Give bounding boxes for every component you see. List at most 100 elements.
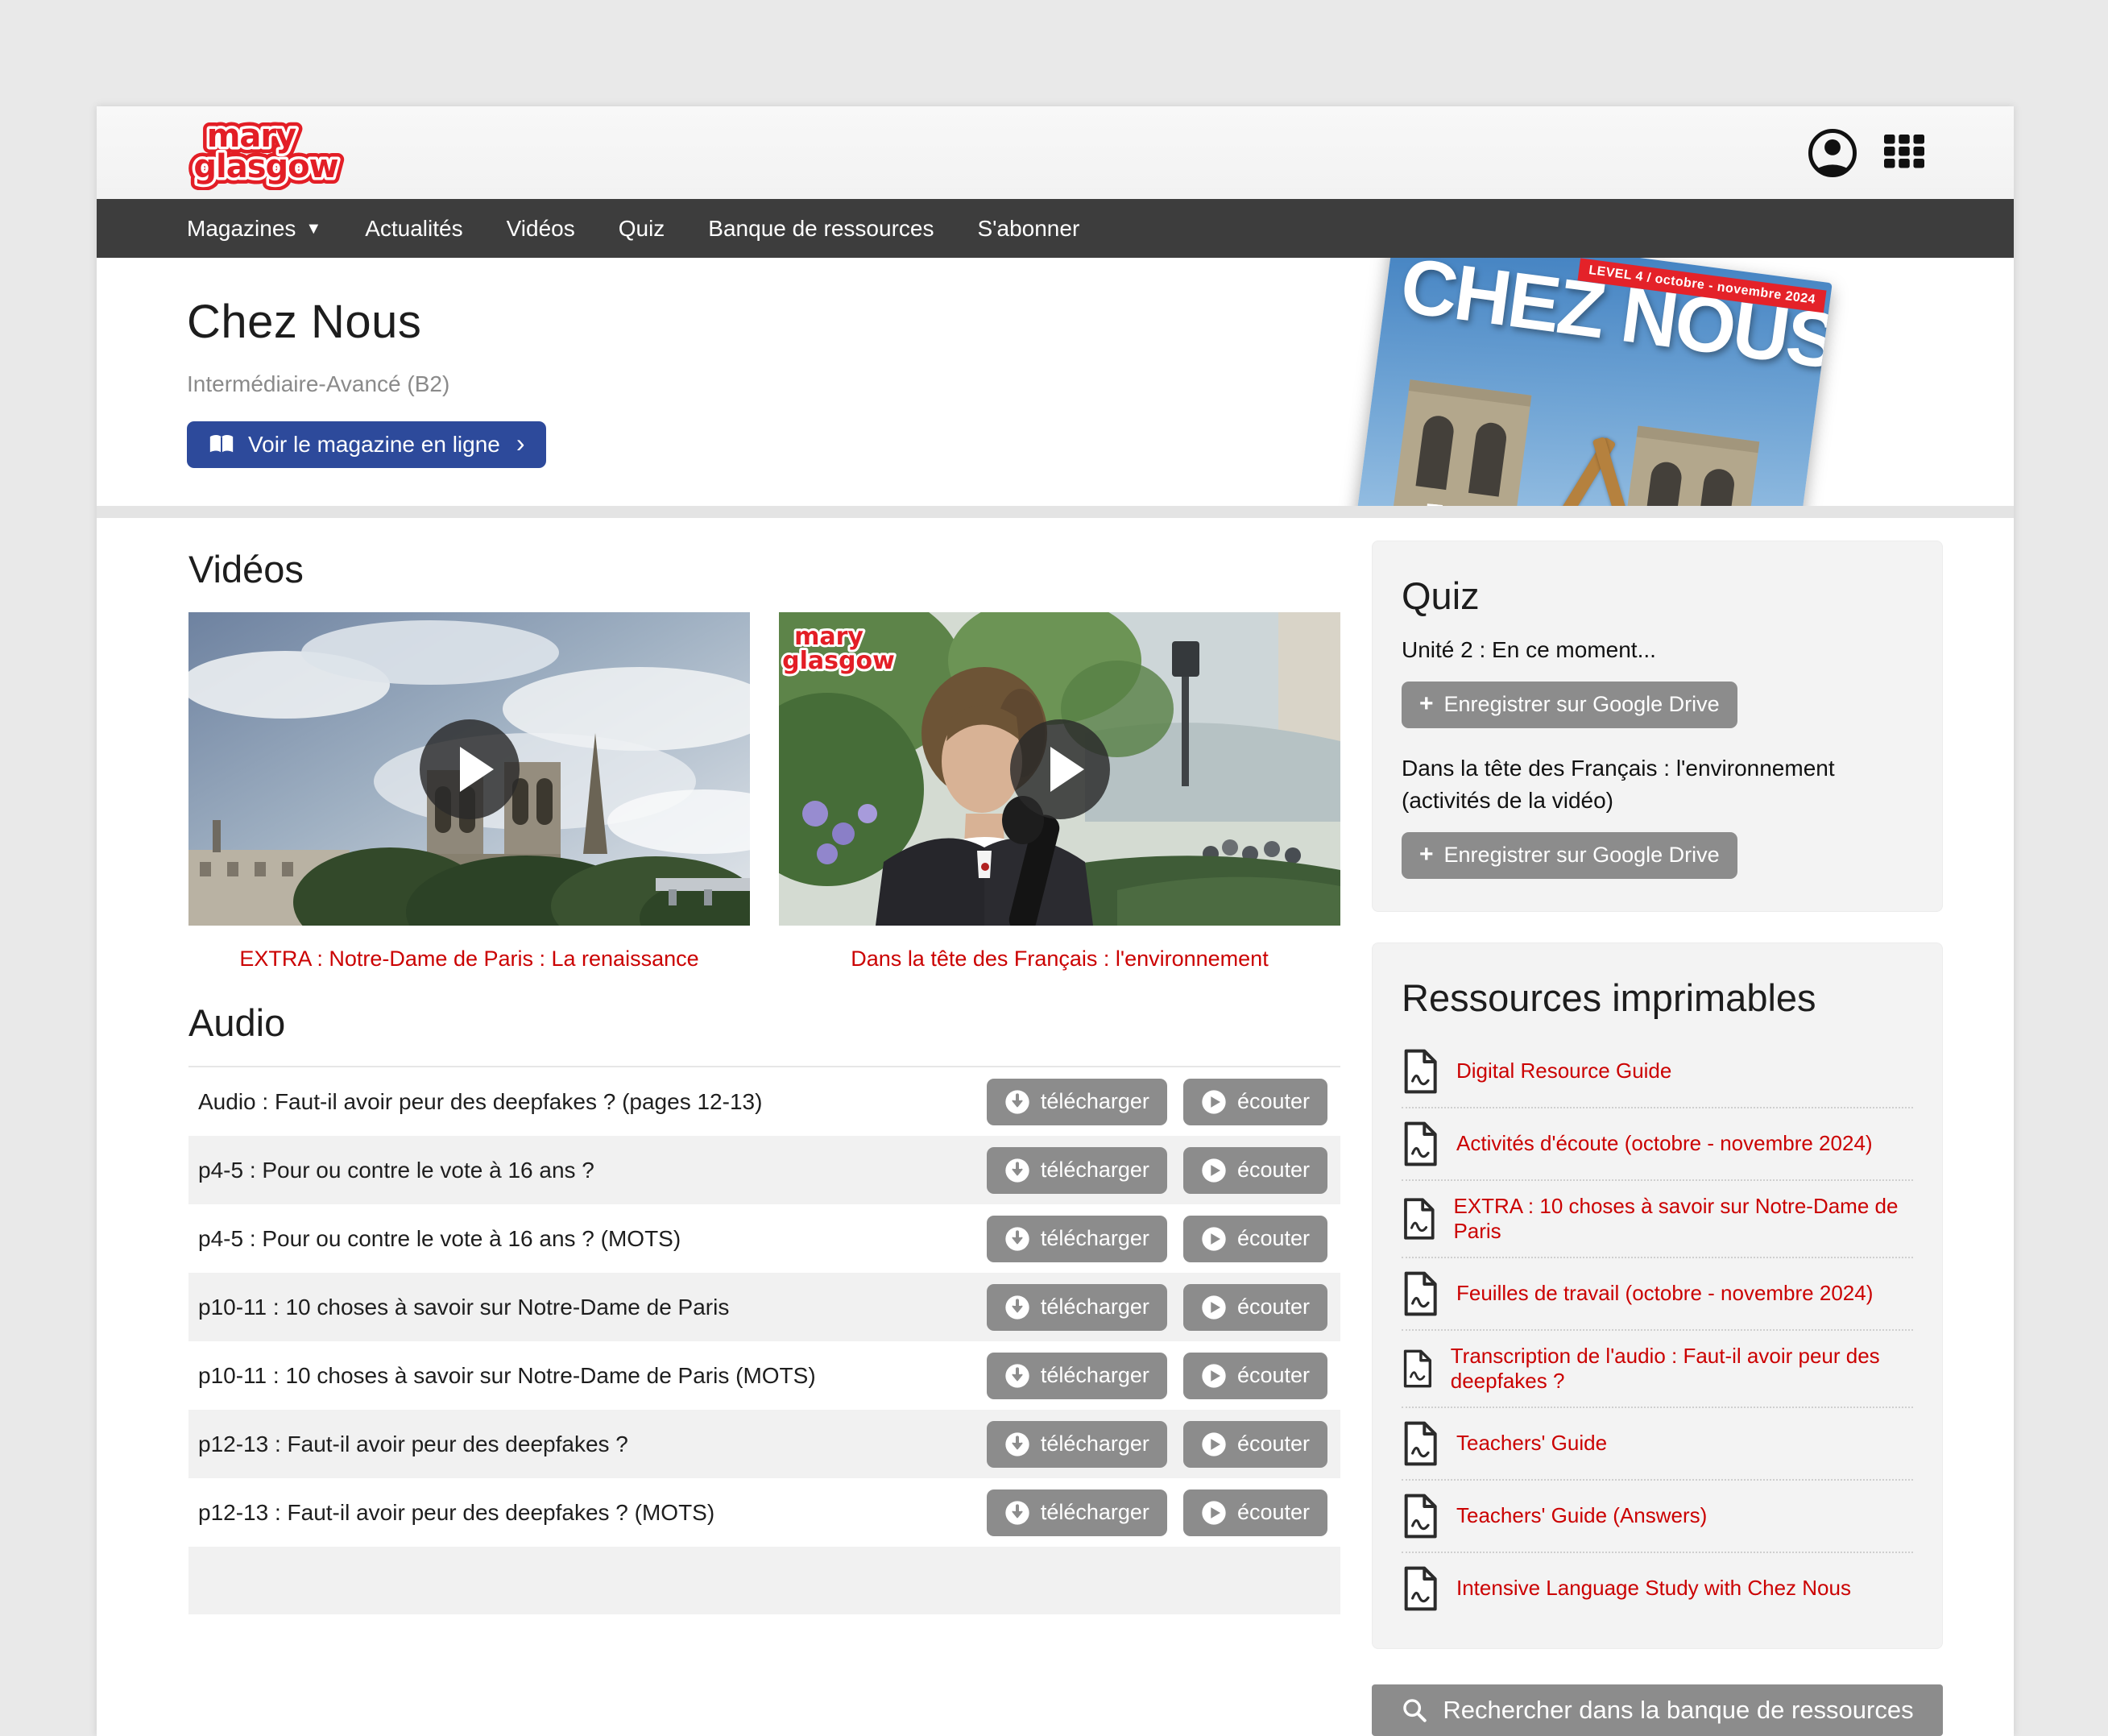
search-icon	[1401, 1697, 1428, 1724]
download-circle-icon	[1004, 1500, 1030, 1526]
quiz-items: Unité 2 : En ce moment... + Enregistrer …	[1402, 634, 1913, 887]
audio-row: p4-5 : Pour ou contre le vote à 16 ans ?…	[188, 1136, 1340, 1204]
audio-row-buttons: télécharger écouter	[987, 1284, 1327, 1331]
resource-item: Feuilles de travail (octobre - novembre …	[1402, 1258, 1913, 1331]
nav-item-label: S'abonner	[977, 216, 1079, 242]
resource-link[interactable]: Digital Resource Guide	[1456, 1059, 1671, 1083]
play-button[interactable]	[1010, 719, 1110, 819]
audio-row-buttons: télécharger écouter	[987, 1353, 1327, 1399]
magazine-cover[interactable]: CHEZ NOUS LEVEL 4 / octobre - novembre 2…	[1352, 258, 1833, 506]
resource-link[interactable]: Intensive Language Study with Chez Nous	[1456, 1576, 1851, 1601]
search-button-label: Rechercher dans la banque de ressources	[1443, 1696, 1913, 1725]
open-book-icon	[208, 433, 235, 457]
mary-glasgow-logo[interactable]: mary glasgow mary glasgow mary glasgow	[185, 116, 346, 190]
account-icon[interactable]	[1806, 126, 1859, 180]
sidebar: Quiz Unité 2 : En ce moment... + Enregis…	[1372, 518, 1943, 1736]
download-button[interactable]: télécharger	[987, 1284, 1167, 1331]
download-button[interactable]: télécharger	[987, 1421, 1167, 1468]
resource-link[interactable]: EXTRA : 10 choses à savoir sur Notre-Dam…	[1453, 1194, 1913, 1244]
videos-row: EXTRA : Notre-Dame de Paris : La renaiss…	[188, 612, 1340, 972]
quiz-panel: Quiz Unité 2 : En ce moment... + Enregis…	[1372, 541, 1943, 912]
listen-label: écouter	[1237, 1158, 1310, 1183]
quiz-heading: Quiz	[1402, 574, 1913, 618]
quiz-item-title: Dans la tête des Français : l'environnem…	[1402, 752, 1913, 818]
download-button[interactable]: télécharger	[987, 1147, 1167, 1194]
nav-item[interactable]: Actualités	[365, 216, 462, 242]
video-card-interview: mary glasgow mary glasgow Dans la tête d…	[779, 612, 1340, 972]
audio-row: Audio : Faut-il avoir peur des deepfakes…	[188, 1067, 1340, 1136]
resource-link[interactable]: Transcription de l'audio : Faut-il avoir…	[1451, 1344, 1913, 1394]
download-button[interactable]: télécharger	[987, 1489, 1167, 1536]
download-label: télécharger	[1041, 1500, 1149, 1525]
resource-item: Teachers' Guide	[1402, 1408, 1913, 1481]
nav-item[interactable]: Vidéos	[507, 216, 575, 242]
audio-heading: Audio	[188, 1001, 1340, 1045]
listen-button[interactable]: écouter	[1183, 1421, 1327, 1468]
site-container: mary glasgow mary glasgow mary glasgow	[97, 106, 2014, 1736]
play-circle-icon	[1201, 1226, 1227, 1252]
video-caption-link[interactable]: EXTRA : Notre-Dame de Paris : La renaiss…	[188, 947, 750, 972]
nav-item[interactable]: Quiz	[619, 216, 665, 242]
listen-label: écouter	[1237, 1431, 1310, 1456]
site-header: mary glasgow mary glasgow mary glasgow	[97, 106, 2014, 199]
nav-item[interactable]: Magazines ▼	[187, 216, 321, 242]
audio-list: Audio : Faut-il avoir peur des deepfakes…	[188, 1066, 1340, 1547]
audio-row: p12-13 : Faut-il avoir peur des deepfake…	[188, 1478, 1340, 1547]
resource-link[interactable]: Teachers' Guide (Answers)	[1456, 1503, 1707, 1528]
download-circle-icon	[1004, 1158, 1030, 1183]
save-google-drive-button[interactable]: + Enregistrer sur Google Drive	[1402, 682, 1737, 728]
resources-list: Digital Resource Guide Activités d'écout…	[1402, 1036, 1913, 1624]
search-resource-bank-button[interactable]: Rechercher dans la banque de ressources	[1372, 1684, 1943, 1736]
listen-label: écouter	[1237, 1226, 1310, 1251]
download-button[interactable]: télécharger	[987, 1353, 1167, 1399]
listen-button[interactable]: écouter	[1183, 1353, 1327, 1399]
view-magazine-label: Voir le magazine en ligne	[248, 432, 500, 458]
play-circle-icon	[1201, 1089, 1227, 1115]
download-label: télécharger	[1041, 1158, 1149, 1183]
cover-tower-left	[1386, 379, 1531, 506]
listen-label: écouter	[1237, 1089, 1310, 1114]
listen-label: écouter	[1237, 1295, 1310, 1320]
nav-item[interactable]: S'abonner	[977, 216, 1079, 242]
audio-title: p10-11 : 10 choses à savoir sur Notre-Da…	[198, 1295, 729, 1320]
resource-item: EXTRA : 10 choses à savoir sur Notre-Dam…	[1402, 1181, 1913, 1258]
save-google-drive-label: Enregistrer sur Google Drive	[1444, 692, 1720, 717]
nav-item[interactable]: Banque de ressources	[708, 216, 934, 242]
pdf-icon	[1402, 1346, 1433, 1391]
listen-button[interactable]: écouter	[1183, 1216, 1327, 1262]
listen-button[interactable]: écouter	[1183, 1079, 1327, 1125]
save-google-drive-label: Enregistrer sur Google Drive	[1444, 843, 1720, 868]
video-caption-link[interactable]: Dans la tête des Français : l'environnem…	[779, 947, 1340, 972]
save-google-drive-button[interactable]: + Enregistrer sur Google Drive	[1402, 832, 1737, 879]
audio-row-partial	[188, 1547, 1340, 1614]
resource-link[interactable]: Activités d'écoute (octobre - novembre 2…	[1456, 1131, 1873, 1156]
plus-icon: +	[1419, 692, 1434, 716]
main-content: Vidéos	[97, 518, 2014, 1736]
download-button[interactable]: télécharger	[987, 1079, 1167, 1125]
listen-button[interactable]: écouter	[1183, 1284, 1327, 1331]
audio-row-buttons: télécharger écouter	[987, 1216, 1327, 1262]
cover-tower-right	[1617, 426, 1759, 506]
audio-row: p10-11 : 10 choses à savoir sur Notre-Da…	[188, 1273, 1340, 1341]
pdf-icon	[1402, 1196, 1435, 1241]
audio-row: p12-13 : Faut-il avoir peur des deepfake…	[188, 1410, 1340, 1478]
audio-row: p10-11 : 10 choses à savoir sur Notre-Da…	[188, 1341, 1340, 1410]
view-magazine-button[interactable]: Voir le magazine en ligne ›	[187, 421, 546, 468]
listen-button[interactable]: écouter	[1183, 1489, 1327, 1536]
video-thumbnail-interview[interactable]: mary glasgow mary glasgow	[779, 612, 1340, 926]
resource-item: Digital Resource Guide	[1402, 1036, 1913, 1108]
download-circle-icon	[1004, 1431, 1030, 1457]
download-label: télécharger	[1041, 1363, 1149, 1388]
listen-button[interactable]: écouter	[1183, 1147, 1327, 1194]
audio-title: p12-13 : Faut-il avoir peur des deepfake…	[198, 1431, 628, 1457]
download-label: télécharger	[1041, 1089, 1149, 1114]
nav-item-label: Quiz	[619, 216, 665, 242]
resource-link[interactable]: Teachers' Guide	[1456, 1431, 1607, 1456]
nav-item-label: Vidéos	[507, 216, 575, 242]
apps-grid-icon[interactable]	[1880, 126, 1933, 180]
svg-text:glasgow: glasgow	[193, 148, 338, 185]
download-button[interactable]: télécharger	[987, 1216, 1167, 1262]
video-thumbnail-notre-dame[interactable]	[188, 612, 750, 926]
play-button[interactable]	[420, 719, 520, 819]
resource-link[interactable]: Feuilles de travail (octobre - novembre …	[1456, 1281, 1873, 1306]
